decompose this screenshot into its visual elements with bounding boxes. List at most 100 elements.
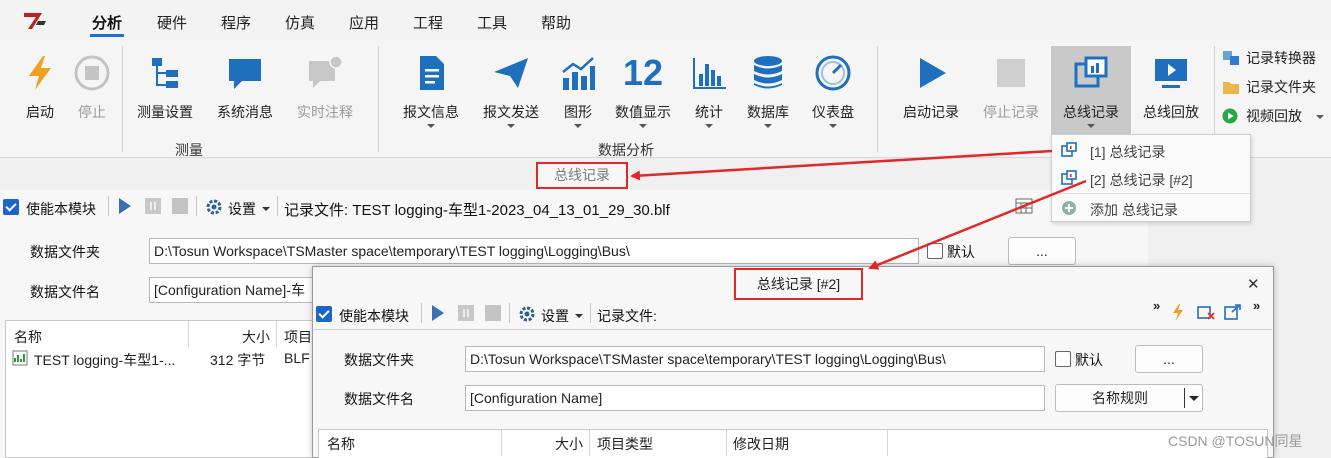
stop-icon[interactable] xyxy=(485,305,501,321)
chevron-right-double-icon[interactable]: » xyxy=(1153,298,1160,313)
toolbar-separator xyxy=(196,196,197,216)
column-header-size[interactable]: 大小 xyxy=(242,327,270,347)
bus-replay-button[interactable]: 总线回放 xyxy=(1131,46,1211,138)
add-icon xyxy=(1062,201,1076,215)
toolbar-separator xyxy=(590,303,591,323)
menu-hardware[interactable]: 硬件 xyxy=(157,12,187,33)
gear-icon[interactable] xyxy=(518,305,536,323)
chevron-down-icon[interactable] xyxy=(1315,115,1324,119)
message-bubble-icon xyxy=(229,59,261,89)
dashboard-label: 仪表盘 xyxy=(812,104,854,120)
chevron-down-icon xyxy=(639,124,647,128)
data-filename-input[interactable]: [Configuration Name] xyxy=(465,385,1045,411)
calendar-grid-icon[interactable] xyxy=(1015,198,1033,214)
stop-icon[interactable] xyxy=(172,198,188,214)
play-icon[interactable] xyxy=(432,305,444,321)
annotation-bubble-icon xyxy=(309,55,343,88)
measurement-settings-button[interactable]: 测量设置 xyxy=(125,46,205,138)
default-label: 默认 xyxy=(1075,352,1103,368)
chevron-down-icon xyxy=(575,314,583,318)
start-recording-button[interactable]: 启动记录 xyxy=(891,46,971,138)
log-file-icon xyxy=(12,350,28,366)
log-converter-button[interactable]: 记录转换器 xyxy=(1222,48,1316,70)
clear-log-icon[interactable] xyxy=(1197,304,1215,320)
table-row[interactable]: TEST logging-车型1-... 312 字节 BLF xyxy=(6,347,324,371)
active-menu-indicator xyxy=(90,34,124,37)
menu-simulation[interactable]: 仿真 xyxy=(285,12,315,33)
app-logo-icon xyxy=(24,13,46,29)
log-folder-button[interactable]: 记录文件夹 xyxy=(1222,77,1316,99)
menu-tools[interactable]: 工具 xyxy=(477,12,507,33)
pause-icon[interactable] xyxy=(458,305,474,321)
column-header-name[interactable]: 名称 xyxy=(327,434,355,454)
column-header-type[interactable]: 项目类型 xyxy=(597,434,653,454)
stop-recording-button[interactable]: 停止记录 xyxy=(971,46,1051,138)
column-header-size[interactable]: 大小 xyxy=(555,434,583,454)
chevron-right-double-icon[interactable]: » xyxy=(1253,298,1260,313)
video-replay-button[interactable]: 视频回放 xyxy=(1222,106,1324,128)
dashboard-button[interactable]: 仪表盘 xyxy=(793,46,873,138)
lightning-icon[interactable] xyxy=(1171,304,1185,320)
bus-logging-tab-title[interactable]: 总线记录 xyxy=(536,162,628,189)
bus-logging-icon xyxy=(1074,56,1108,88)
toolbar-separator xyxy=(509,303,510,323)
default-checkbox[interactable] xyxy=(927,243,943,259)
menu-program[interactable]: 程序 xyxy=(221,12,251,33)
watermark-text: CSDN @TOSUN同星 xyxy=(1168,433,1303,449)
default-checkbox[interactable] xyxy=(1055,351,1071,367)
column-header-name[interactable]: 名称 xyxy=(14,327,42,347)
menu-project[interactable]: 工程 xyxy=(413,12,443,33)
menu-application[interactable]: 应用 xyxy=(349,12,379,33)
column-header-modified[interactable]: 修改日期 xyxy=(733,434,789,454)
chevron-down-icon[interactable] xyxy=(1189,396,1199,401)
data-folder-input[interactable]: D:\Tosun Workspace\TSMaster space\tempor… xyxy=(465,346,1045,372)
system-messages-button[interactable]: 系统消息 xyxy=(205,46,285,138)
record-file-label: 记录文件: TEST logging-车型1-2023_04_13_01_29_… xyxy=(284,202,670,219)
message-info-button[interactable]: 报文信息 xyxy=(391,46,471,138)
start-recording-label: 启动记录 xyxy=(903,104,959,120)
window-2-title[interactable]: 总线记录 [#2] xyxy=(734,268,863,300)
file-name-cell: TEST logging-车型1-... xyxy=(34,352,176,368)
data-filename-input[interactable]: [Configuration Name]-车 xyxy=(149,277,319,303)
gear-icon[interactable] xyxy=(205,198,223,216)
bus-logging-icon xyxy=(1061,142,1077,157)
realtime-annotation-button[interactable]: 实时注释 xyxy=(285,46,365,138)
browse-folder-button[interactable]: ... xyxy=(1135,345,1203,373)
naming-rule-button[interactable]: 名称规则 xyxy=(1055,384,1203,412)
settings-dropdown[interactable]: 设置 xyxy=(228,199,256,219)
enable-module-checkbox[interactable] xyxy=(316,306,332,322)
tree-structure-icon xyxy=(152,58,178,88)
menu-help[interactable]: 帮助 xyxy=(541,12,571,33)
file-type-cell: BLF xyxy=(284,350,310,366)
enable-module-checkbox[interactable] xyxy=(3,199,19,215)
menu-item-bus-logging-2[interactable]: [2] 总线记录 [#2] xyxy=(1052,164,1250,192)
data-filename-label: 数据文件名 xyxy=(30,284,100,300)
browse-folder-button[interactable]: ... xyxy=(1008,237,1076,265)
chevron-down-icon xyxy=(829,124,837,128)
close-icon[interactable]: ✕ xyxy=(1247,275,1260,293)
chevron-down-icon xyxy=(574,124,582,128)
play-icon xyxy=(920,58,946,88)
ribbon-separator xyxy=(122,46,123,152)
popout-icon[interactable] xyxy=(1224,304,1242,320)
stop-circle-icon xyxy=(74,55,110,91)
menu-item-add-bus-logging[interactable]: 添加 总线记录 xyxy=(1052,194,1250,222)
data-folder-input[interactable]: D:\Tosun Workspace\TSMaster space\tempor… xyxy=(149,238,919,264)
record-file-list[interactable]: 名称 大小 项目 TEST logging-车型1-... 312 字节 BLF xyxy=(5,320,325,458)
bus-replay-label: 总线回放 xyxy=(1143,104,1199,120)
play-icon[interactable] xyxy=(119,198,131,214)
settings-dropdown[interactable]: 设置 xyxy=(541,306,569,326)
menu-item-label: 添加 总线记录 xyxy=(1090,202,1178,218)
menu-item-bus-logging-1[interactable]: [1] 总线记录 xyxy=(1052,136,1250,164)
stop-button[interactable]: 停止 xyxy=(52,46,132,138)
record-file-list[interactable]: 名称 大小 项目类型 修改日期 xyxy=(318,429,1268,458)
realtime-annotation-label: 实时注释 xyxy=(297,104,353,120)
column-header-type[interactable]: 项目 xyxy=(284,327,312,347)
bus-logging-button[interactable]: 总线记录 xyxy=(1051,46,1131,138)
record-file-label: 记录文件: xyxy=(597,308,657,324)
pause-icon[interactable] xyxy=(145,198,161,214)
enable-module-label: 使能本模块 xyxy=(26,201,96,217)
stop-square-icon xyxy=(997,59,1025,87)
column-divider xyxy=(887,430,888,456)
menu-analysis[interactable]: 分析 xyxy=(92,12,122,33)
